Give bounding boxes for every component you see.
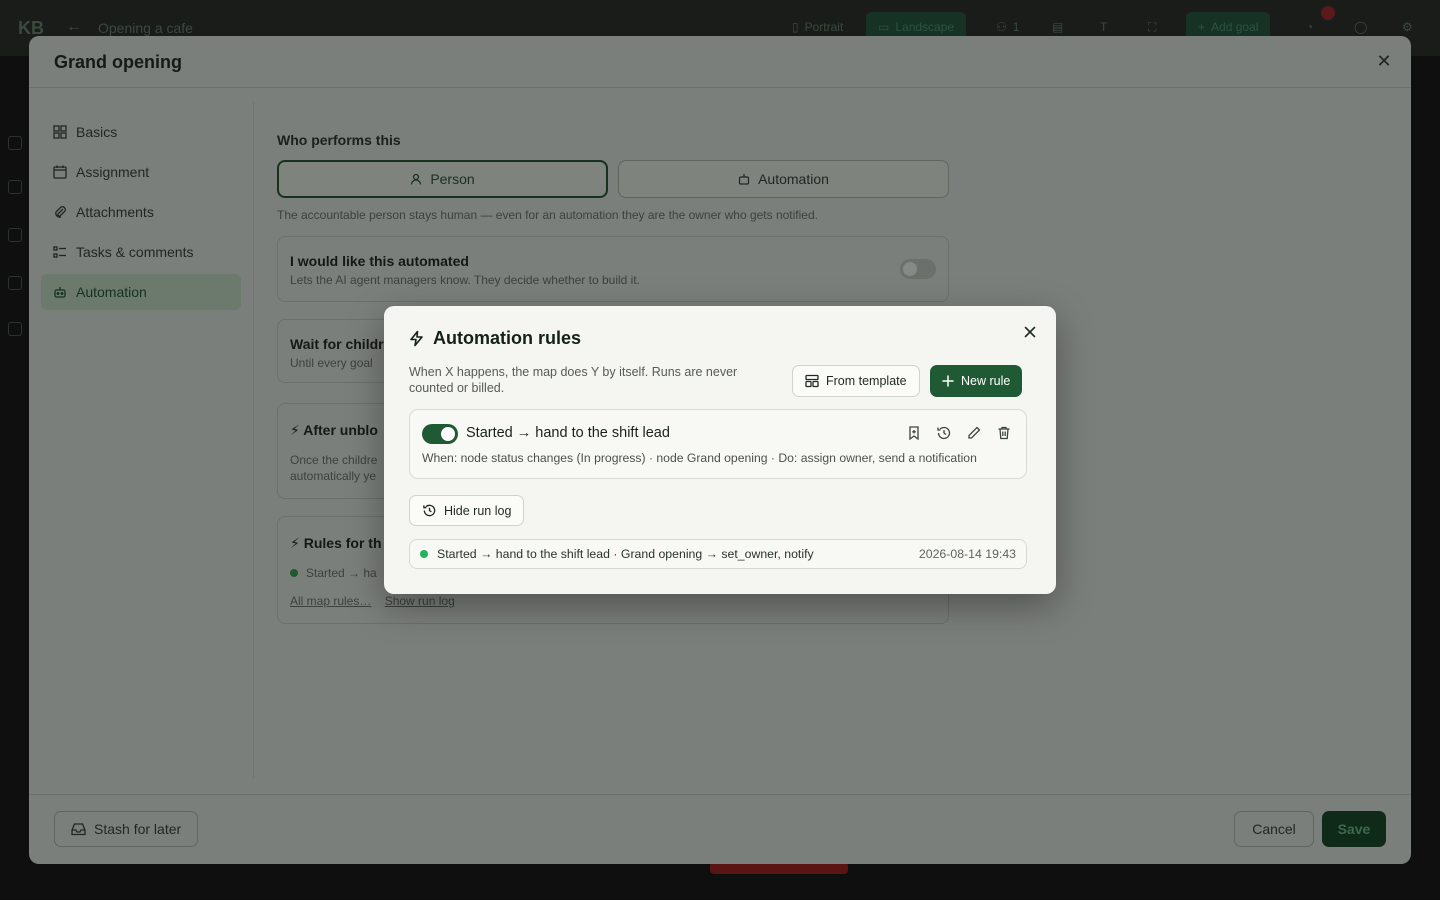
nav-item-label: Attachments xyxy=(76,204,154,220)
left-rail xyxy=(0,56,30,900)
automation-request-card: I would like this automated Lets the AI … xyxy=(277,236,949,302)
run-log-text: Started → hand to the shift lead · Grand… xyxy=(437,547,814,561)
list-icon xyxy=(53,246,66,258)
nav-item-label: Tasks & comments xyxy=(76,244,194,260)
stash-button[interactable]: Stash for later xyxy=(54,811,199,847)
inbox-icon xyxy=(71,823,86,836)
hide-run-log-button[interactable]: Hide run log xyxy=(409,495,525,526)
performer-automation-button[interactable]: Automation xyxy=(618,160,949,198)
calendar-icon xyxy=(53,165,67,179)
status-dot xyxy=(290,569,298,577)
plus-icon xyxy=(942,375,954,387)
rule-enabled-toggle[interactable] xyxy=(422,424,458,444)
dialog-title: Automation rules xyxy=(433,328,582,348)
template-icon xyxy=(805,374,819,388)
nav-item-label: Assignment xyxy=(76,164,150,180)
breadcrumb: Opening a cafe xyxy=(98,20,193,36)
performer-toggle-group: Person Automation xyxy=(277,160,949,198)
rule-card: Started → hand to the shift lead When: n… xyxy=(409,409,1027,479)
rail-icon[interactable] xyxy=(8,136,22,150)
lightning-icon xyxy=(410,330,423,347)
modal-side-nav: Basics Assignment Attachments Tasks & co… xyxy=(41,114,241,314)
portrait-icon: ▯ xyxy=(792,20,799,34)
landscape-icon: ▭ xyxy=(878,20,890,34)
cancel-button[interactable]: Cancel xyxy=(1234,811,1314,847)
nav-item-basics[interactable]: Basics xyxy=(41,114,241,150)
rail-icon[interactable] xyxy=(8,276,22,290)
robot-icon xyxy=(54,287,66,298)
rule-name: Started → hand to the shift lead xyxy=(466,425,670,441)
modal-header: Grand opening ✕ xyxy=(29,36,1411,88)
nav-item-attachments[interactable]: Attachments xyxy=(41,194,241,230)
automation-rules-dialog: Automation rules When X happens, the map… xyxy=(384,306,1056,594)
plus-icon: + xyxy=(1198,20,1206,34)
rule-description: When: node status changes (In progress) … xyxy=(422,451,977,465)
divider xyxy=(253,102,254,778)
performer-helper-text: The accountable person stays human — eve… xyxy=(277,208,818,222)
rail-icon[interactable] xyxy=(8,228,22,242)
pencil-icon[interactable] xyxy=(966,425,982,441)
all-map-rules-link[interactable]: All map rules… xyxy=(290,594,371,608)
nav-item-tasks[interactable]: Tasks & comments xyxy=(41,234,241,270)
notification-badge xyxy=(1321,6,1335,20)
nav-item-automation[interactable]: Automation xyxy=(41,274,241,310)
run-log-timestamp: 2026-08-14 19:43 xyxy=(918,547,1016,561)
history-icon xyxy=(423,504,436,517)
show-run-log-link[interactable]: Show run log xyxy=(385,594,455,608)
lightning-icon: ⚡︎ xyxy=(290,535,300,551)
performer-person-button[interactable]: Person xyxy=(277,160,608,198)
close-icon[interactable] xyxy=(1020,322,1040,342)
people-icon: ⚇ xyxy=(996,20,1007,34)
trash-icon[interactable] xyxy=(996,425,1012,441)
history-icon[interactable] xyxy=(936,425,952,441)
new-rule-button[interactable]: New rule xyxy=(930,365,1023,397)
back-arrow-icon[interactable]: ← xyxy=(66,18,82,36)
run-log-entry: Started → hand to the shift lead · Grand… xyxy=(409,539,1027,569)
success-status-dot xyxy=(420,550,428,558)
person-icon xyxy=(411,173,422,185)
from-template-button[interactable]: From template xyxy=(792,365,920,397)
close-icon[interactable]: ✕ xyxy=(1373,50,1395,72)
lightning-icon: ⚡︎ xyxy=(290,422,300,438)
modal-footer: Stash for later Cancel Save xyxy=(29,794,1411,864)
performer-label: Who performs this xyxy=(277,132,401,148)
dialog-header: Automation rules xyxy=(408,328,581,349)
automation-request-toggle[interactable] xyxy=(900,259,936,279)
rail-icon[interactable] xyxy=(8,322,22,336)
rail-icon[interactable] xyxy=(8,180,22,194)
grid-icon xyxy=(53,125,67,139)
nav-item-label: Automation xyxy=(76,284,147,300)
robot-icon xyxy=(738,174,750,185)
save-button[interactable]: Save xyxy=(1322,811,1386,847)
bookmark-icon[interactable] xyxy=(906,425,922,441)
modal-title: Grand opening xyxy=(54,52,182,72)
dialog-description: When X happens, the map does Y by itself… xyxy=(409,365,738,395)
paperclip-icon xyxy=(55,206,66,218)
nav-item-assignment[interactable]: Assignment xyxy=(41,154,241,190)
nav-item-label: Basics xyxy=(76,124,118,140)
rules-card-links: All map rules… Show run log xyxy=(290,594,936,608)
rule-actions xyxy=(906,425,1012,441)
